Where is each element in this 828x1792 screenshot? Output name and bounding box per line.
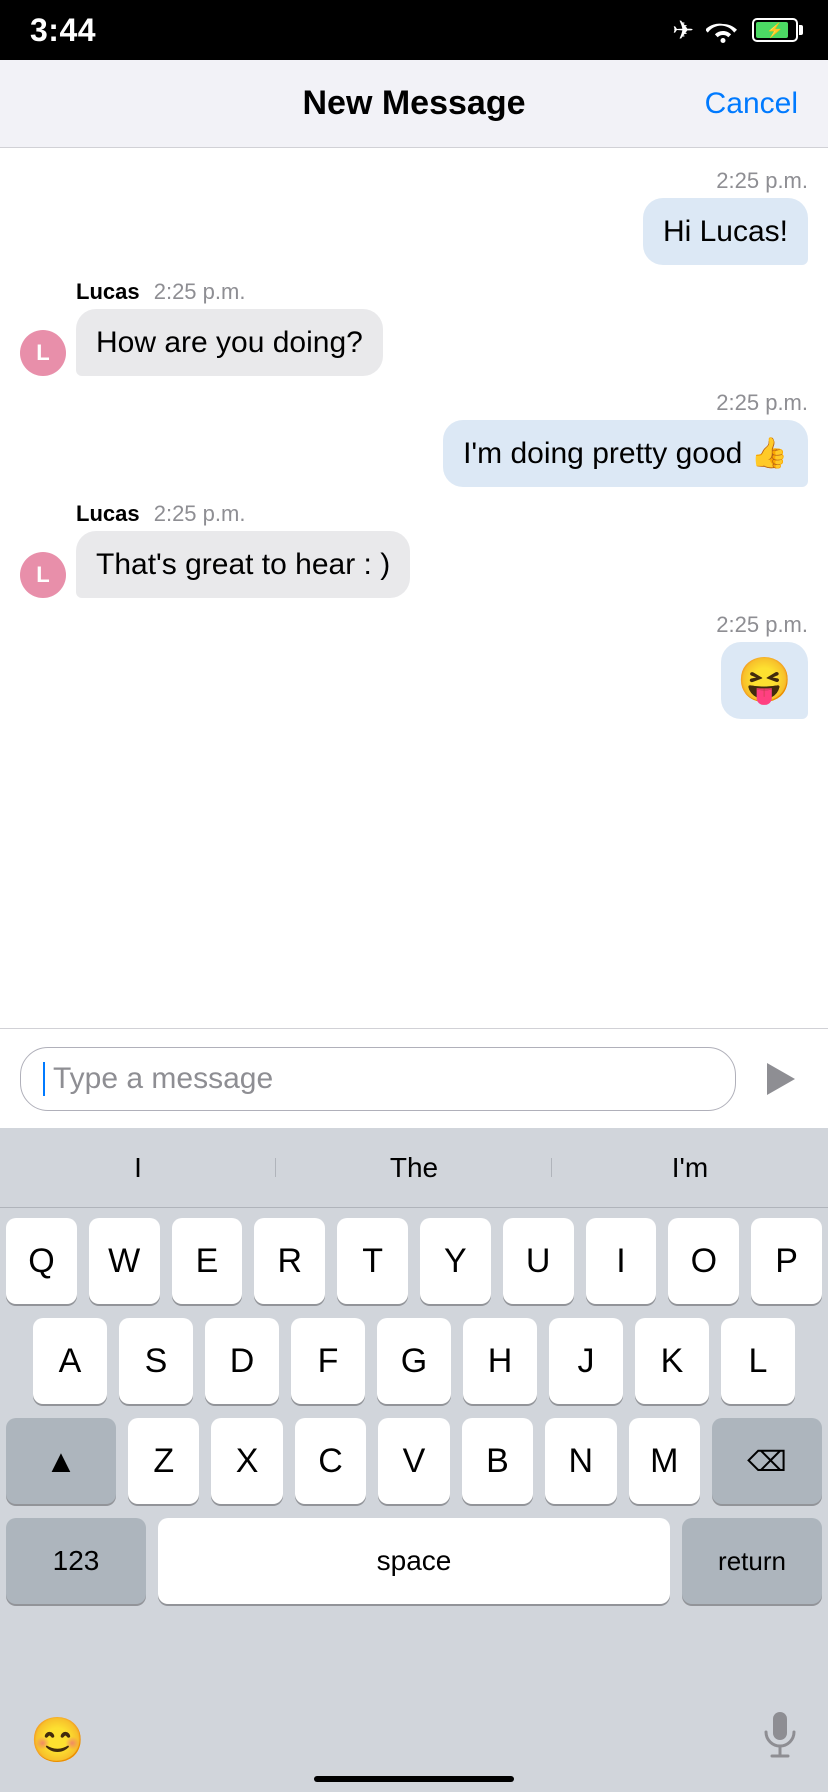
text-cursor <box>43 1062 45 1096</box>
message-bubble: I'm doing pretty good 👍 <box>443 420 808 487</box>
key-l[interactable]: L <box>721 1318 795 1404</box>
key-rows: Q W E R T Y U I O P A S D F G H J K L ▲ … <box>0 1208 828 1702</box>
key-c[interactable]: C <box>295 1418 366 1504</box>
space-key[interactable]: space <box>158 1518 670 1604</box>
message-row: L Lucas 2:25 p.m. How are you doing? <box>20 279 808 376</box>
send-icon <box>767 1063 795 1095</box>
message-time: 2:25 p.m. <box>716 168 808 194</box>
message-time: 2:25 p.m. <box>154 501 246 526</box>
message-row: 2:25 p.m. I'm doing pretty good 👍 <box>20 390 808 487</box>
key-o[interactable]: O <box>668 1218 739 1304</box>
avatar: L <box>20 330 66 376</box>
key-z[interactable]: Z <box>128 1418 199 1504</box>
airplane-icon: ✈ <box>672 15 694 46</box>
message-bubble: How are you doing? <box>76 309 383 376</box>
message-bubble: 😝 <box>721 642 808 719</box>
key-row-3: ▲ Z X C V B N M ⌫ <box>6 1418 822 1504</box>
key-p[interactable]: P <box>751 1218 822 1304</box>
return-key[interactable]: return <box>682 1518 822 1604</box>
key-t[interactable]: T <box>337 1218 408 1304</box>
message-time: 2:25 p.m. <box>154 279 246 304</box>
key-y[interactable]: Y <box>420 1218 491 1304</box>
keyboard: I The I'm Q W E R T Y U I O P A S D F G … <box>0 1128 828 1792</box>
key-row-1: Q W E R T Y U I O P <box>6 1218 822 1304</box>
battery-icon: ⚡ <box>752 18 798 42</box>
outgoing-message-content: 2:25 p.m. 😝 <box>716 612 808 719</box>
key-m[interactable]: M <box>629 1418 700 1504</box>
key-d[interactable]: D <box>205 1318 279 1404</box>
status-bar: 3:44 ✈ ⚡ <box>0 0 828 60</box>
autocomplete-item[interactable]: The <box>276 1152 552 1184</box>
autocomplete-item[interactable]: I <box>0 1152 276 1184</box>
key-b[interactable]: B <box>462 1418 533 1504</box>
key-r[interactable]: R <box>254 1218 325 1304</box>
autocomplete-bar: I The I'm <box>0 1128 828 1208</box>
outgoing-message-content: 2:25 p.m. I'm doing pretty good 👍 <box>443 390 808 487</box>
autocomplete-item[interactable]: I'm <box>552 1152 828 1184</box>
cancel-button[interactable]: Cancel <box>705 87 798 121</box>
key-w[interactable]: W <box>89 1218 160 1304</box>
message-input-area: Type a message <box>0 1028 828 1128</box>
key-v[interactable]: V <box>378 1418 449 1504</box>
shift-key[interactable]: ▲ <box>6 1418 116 1504</box>
message-meta: Lucas 2:25 p.m. <box>76 279 383 305</box>
message-time: 2:25 p.m. <box>716 612 808 638</box>
emoji-icon[interactable]: 😊 <box>30 1714 85 1766</box>
sender-name: Lucas <box>76 501 140 526</box>
key-g[interactable]: G <box>377 1318 451 1404</box>
key-h[interactable]: H <box>463 1318 537 1404</box>
key-row-4: 123 space return <box>6 1518 822 1604</box>
nav-header: New Message Cancel <box>0 60 828 148</box>
incoming-message-content: Lucas 2:25 p.m. That's great to hear : ) <box>76 501 410 598</box>
key-i[interactable]: I <box>586 1218 657 1304</box>
key-j[interactable]: J <box>549 1318 623 1404</box>
message-input-placeholder: Type a message <box>53 1062 273 1096</box>
numbers-key[interactable]: 123 <box>6 1518 146 1604</box>
message-input-wrapper[interactable]: Type a message <box>20 1047 736 1111</box>
message-meta: Lucas 2:25 p.m. <box>76 501 410 527</box>
key-x[interactable]: X <box>211 1418 282 1504</box>
key-row-2: A S D F G H J K L <box>6 1318 822 1404</box>
wifi-icon <box>706 16 740 44</box>
outgoing-message-content: 2:25 p.m. Hi Lucas! <box>643 168 808 265</box>
incoming-message-content: Lucas 2:25 p.m. How are you doing? <box>76 279 383 376</box>
backspace-key[interactable]: ⌫ <box>712 1418 822 1504</box>
avatar: L <box>20 552 66 598</box>
nav-title: New Message <box>303 84 526 123</box>
key-a[interactable]: A <box>33 1318 107 1404</box>
chat-area: 2:25 p.m. Hi Lucas! L Lucas 2:25 p.m. Ho… <box>0 148 828 1028</box>
status-icons: ✈ ⚡ <box>672 15 798 46</box>
message-bubble: Hi Lucas! <box>643 198 808 265</box>
key-s[interactable]: S <box>119 1318 193 1404</box>
message-time: 2:25 p.m. <box>716 390 808 416</box>
message-row: 2:25 p.m. 😝 <box>20 612 808 719</box>
key-n[interactable]: N <box>545 1418 616 1504</box>
message-row: 2:25 p.m. Hi Lucas! <box>20 168 808 265</box>
key-u[interactable]: U <box>503 1218 574 1304</box>
microphone-icon[interactable] <box>762 1712 798 1769</box>
key-q[interactable]: Q <box>6 1218 77 1304</box>
status-time: 3:44 <box>30 12 96 49</box>
home-indicator <box>314 1776 514 1782</box>
send-button[interactable] <box>748 1049 808 1109</box>
key-f[interactable]: F <box>291 1318 365 1404</box>
key-e[interactable]: E <box>172 1218 243 1304</box>
message-bubble: That's great to hear : ) <box>76 531 410 598</box>
key-k[interactable]: K <box>635 1318 709 1404</box>
sender-name: Lucas <box>76 279 140 304</box>
message-row: L Lucas 2:25 p.m. That's great to hear :… <box>20 501 808 598</box>
